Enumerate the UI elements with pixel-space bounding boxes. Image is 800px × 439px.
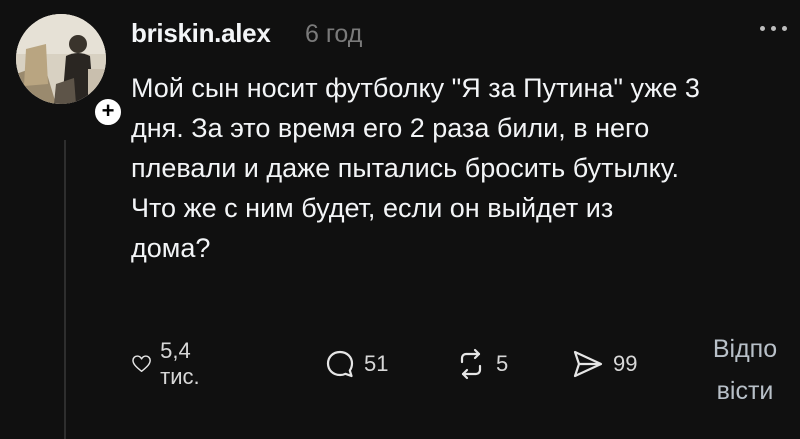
share-button[interactable]: 99 (571, 340, 637, 388)
post-text-line: Что же с ним будет, если он выйдет из (131, 193, 614, 223)
reply-label-line: вісти (716, 377, 774, 405)
post-text-line: дня. За это время его 2 раза били, в нег… (131, 113, 650, 143)
post-text-line: дома? (131, 233, 211, 263)
heart-icon (132, 355, 151, 372)
repost-icon (460, 348, 482, 380)
reply-button[interactable]: Відпо вісти (700, 328, 790, 412)
repost-button[interactable]: 5 (454, 340, 508, 388)
like-count: 5,4 тис. (160, 338, 200, 389)
avatar-image (16, 14, 106, 104)
share-count: 99 (613, 351, 638, 376)
comment-button[interactable]: 51 (324, 340, 388, 388)
comment-count: 51 (364, 351, 389, 376)
avatar[interactable] (16, 14, 106, 104)
like-button[interactable]: 5,4 тис. (131, 338, 210, 389)
avatar-container[interactable]: + (16, 14, 124, 128)
follow-button[interactable]: + (92, 96, 124, 128)
more-dots-icon[interactable] (760, 22, 796, 34)
reply-label-line: Відпо (712, 335, 778, 363)
post-text-line: плевали и даже пытались бросить бутылку. (131, 153, 680, 183)
send-icon (573, 350, 603, 378)
username[interactable]: briskin.alex (131, 18, 271, 49)
thread-line (64, 140, 66, 439)
post-text-line: Мой сын носит футболку "Я за Путина" уже… (131, 73, 700, 103)
post-time: 6 год (305, 20, 363, 48)
repost-count: 5 (496, 351, 509, 376)
post: + briskin.alex 6 год Мой сын носит футбо… (0, 0, 800, 439)
post-text: Мой сын носит футболку "Я за Путина" уже… (131, 68, 800, 268)
comment-bubble-icon (326, 350, 354, 378)
